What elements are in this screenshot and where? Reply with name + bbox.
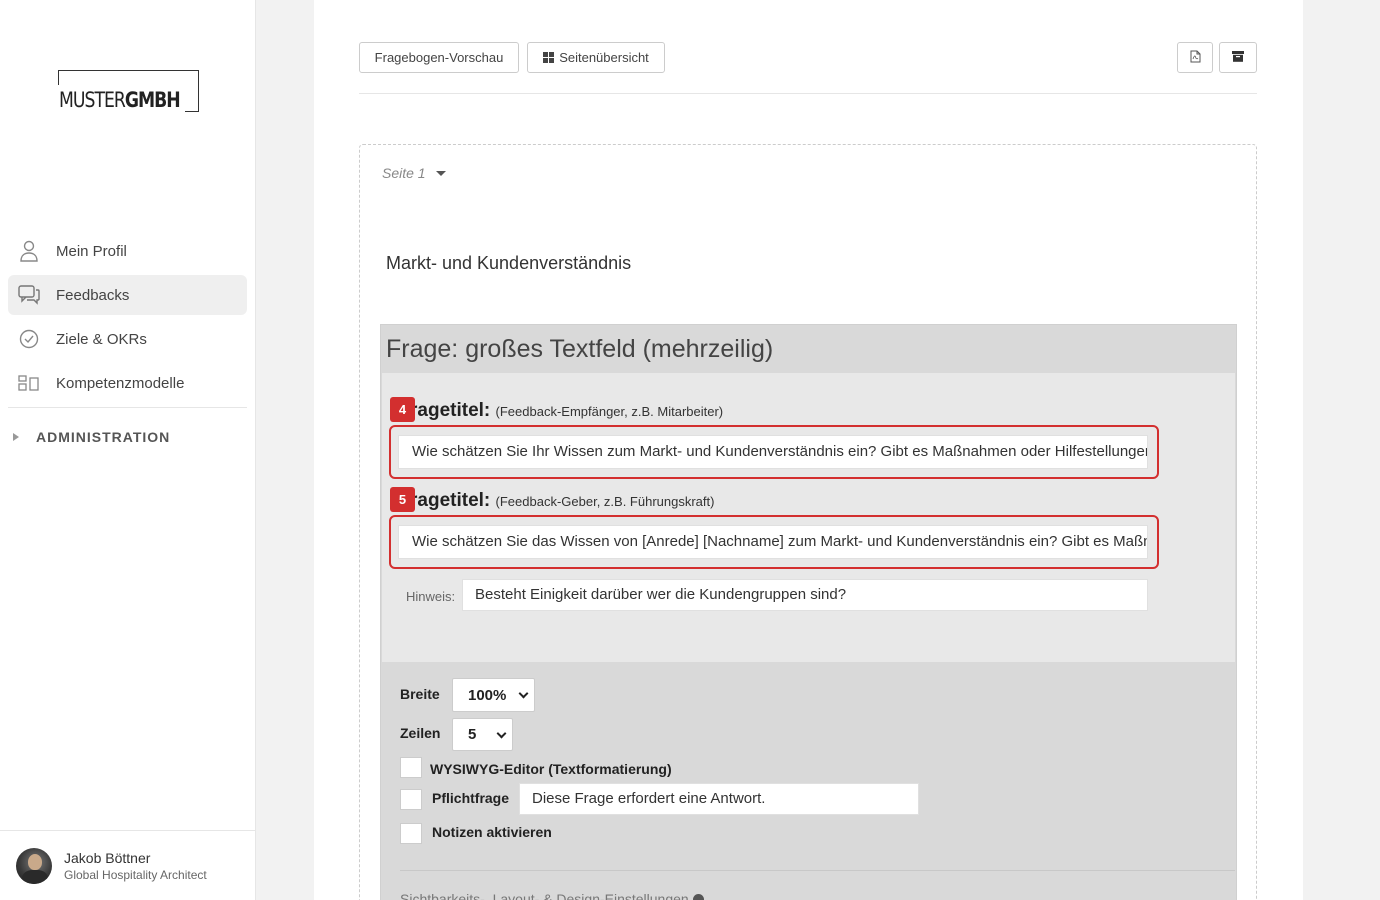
user-name: Jakob Böttner	[64, 849, 151, 866]
wysiwyg-checkbox[interactable]	[400, 757, 422, 778]
visibility-settings-link[interactable]: Sichtbarkeits-, Layout- & Design-Einstel…	[400, 891, 704, 900]
sidebar: MUSTERGMBH Mein Profil Feedbacks Ziele &…	[0, 0, 256, 900]
archive-icon	[1232, 50, 1244, 65]
pdf-export-button[interactable]	[1177, 42, 1213, 73]
title-label-text: ragetitel:	[410, 400, 491, 421]
notes-label: Notizen aktivieren	[432, 824, 552, 840]
question-card: Frage: großes Textfeld (mehrzeilig) rage…	[380, 324, 1237, 900]
company-logo[interactable]: MUSTERGMBH	[58, 70, 200, 112]
sidebar-item-feedbacks[interactable]: Feedbacks	[8, 275, 247, 315]
width-label: Breite	[400, 686, 440, 702]
pdf-file-icon	[1190, 50, 1201, 66]
archive-button[interactable]	[1219, 42, 1257, 73]
chat-bubbles-icon	[17, 283, 41, 307]
width-select[interactable]: 100%	[452, 678, 535, 712]
giver-title-label: ragetitel: (Feedback-Geber, z.B. Führung…	[410, 490, 714, 512]
section-title: Markt- und Kundenverständnis	[386, 253, 632, 273]
help-icon	[692, 894, 704, 900]
page-container: Seite 1 Markt- und Kundenverständnis Fra…	[359, 144, 1257, 900]
sidebar-item-administration[interactable]: ADMINISTRATION	[8, 408, 247, 466]
main-content: Fragebogen-Vorschau Seitenübersicht Seit…	[314, 0, 1303, 900]
chevron-down-icon	[518, 688, 529, 699]
sidebar-item-label: Mein Profil	[56, 242, 127, 260]
required-label: Pflichtfrage	[432, 790, 510, 806]
chevron-down-icon	[435, 170, 446, 176]
question-header: Frage: großes Textfeld (mehrzeilig)	[386, 334, 774, 363]
chevron-down-icon	[496, 728, 507, 739]
grid-icon	[543, 52, 555, 63]
annotation-badge-4: 4	[390, 397, 415, 422]
user-profile[interactable]: Jakob Böttner Global Hospitality Archite…	[0, 830, 255, 900]
rows-label: Zeilen	[400, 725, 441, 741]
required-checkbox[interactable]	[400, 789, 422, 810]
title-label-text: ragetitel:	[410, 490, 491, 511]
options-divider	[400, 870, 1235, 871]
giver-question-input[interactable]: Wie schätzen Sie das Wissen von [Anrede]…	[398, 525, 1148, 559]
rows-select-value: 5	[468, 726, 477, 743]
logo-text: MUSTERGMBH	[59, 88, 181, 112]
visibility-label: Sichtbarkeits-, Layout- & Design-Einstel…	[400, 891, 689, 900]
questionnaire-preview-button[interactable]: Fragebogen-Vorschau	[359, 42, 519, 73]
notes-checkbox[interactable]	[400, 823, 422, 844]
page-overview-button[interactable]: Seitenübersicht	[527, 42, 665, 73]
recipient-hint: (Feedback-Empfänger, z.B. Mitarbeiter)	[495, 404, 724, 419]
width-select-value: 100%	[468, 686, 507, 704]
sidebar-item-label: Ziele & OKRs	[56, 330, 147, 348]
required-message-input[interactable]: Diese Frage erfordert eine Antwort.	[519, 783, 919, 815]
preview-button-label: Fragebogen-Vorschau	[374, 50, 504, 65]
user-info: Jakob Böttner Global Hospitality Archite…	[64, 850, 207, 882]
toolbar: Fragebogen-Vorschau Seitenübersicht	[359, 42, 1257, 94]
sidebar-item-label: Kompetenzmodelle	[56, 374, 185, 392]
annotation-badge-5: 5	[390, 487, 415, 512]
user-icon	[17, 239, 41, 263]
sidebar-item-mein-profil[interactable]: Mein Profil	[8, 231, 247, 271]
competence-model-icon	[17, 371, 41, 395]
rows-select[interactable]: 5	[452, 718, 513, 751]
user-role: Global Hospitality Architect	[64, 867, 207, 882]
sidebar-item-kompetenzmodelle[interactable]: Kompetenzmodelle	[8, 363, 247, 403]
question-titles-panel: ragetitel: (Feedback-Empfänger, z.B. Mit…	[382, 373, 1235, 662]
logo-text-part2: GMBH	[124, 88, 181, 112]
logo-text-part1: MUSTER	[59, 88, 126, 112]
admin-label: ADMINISTRATION	[36, 429, 171, 445]
wysiwyg-label: WYSIWYG-Editor (Textformatierung)	[430, 761, 672, 777]
avatar	[16, 847, 52, 884]
caret-right-icon	[13, 433, 19, 441]
overview-button-label: Seitenübersicht	[559, 50, 649, 65]
sidebar-nav: Mein Profil Feedbacks Ziele & OKRs Kompe…	[8, 231, 247, 466]
giver-hint: (Feedback-Geber, z.B. Führungskraft)	[495, 494, 715, 509]
page-selector-label: Seite 1	[382, 165, 426, 181]
page-selector[interactable]: Seite 1	[382, 165, 446, 181]
hint-input[interactable]: Besteht Einigkeit darüber wer die Kunden…	[462, 579, 1148, 611]
sidebar-item-ziele-okrs[interactable]: Ziele & OKRs	[8, 319, 247, 359]
hint-label: Hinweis:	[406, 589, 456, 604]
check-circle-icon	[17, 327, 41, 351]
recipient-title-label: ragetitel: (Feedback-Empfänger, z.B. Mit…	[410, 400, 723, 422]
sidebar-item-label: Feedbacks	[56, 286, 130, 304]
recipient-question-input[interactable]: Wie schätzen Sie Ihr Wissen zum Markt- u…	[398, 435, 1148, 469]
